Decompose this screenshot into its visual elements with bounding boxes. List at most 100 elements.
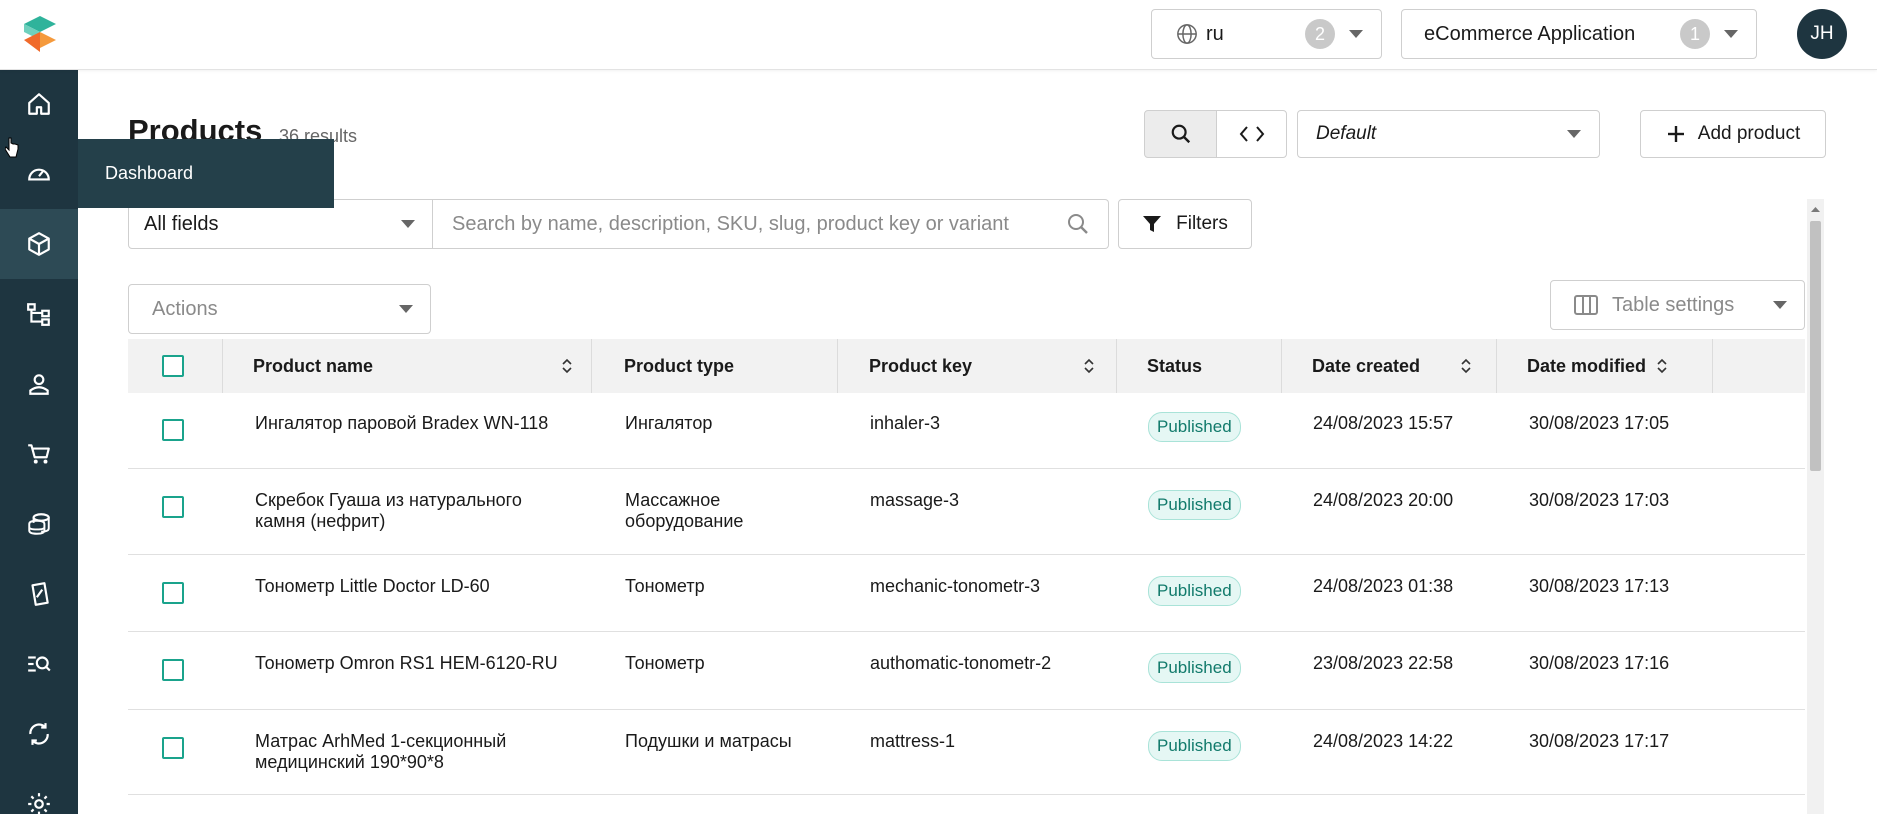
cell-date-created: 24/08/2023 14:22 (1313, 731, 1454, 751)
table-settings-label: Table settings (1612, 293, 1735, 316)
column-header-label: Status (1147, 355, 1203, 376)
row-checkbox[interactable] (162, 419, 184, 441)
column-header-label: Date created (1312, 355, 1421, 376)
cell-product-name: Тонометр Omron RS1 HEM-6120-RU (255, 653, 558, 673)
column-header-product-type[interactable]: Product type (624, 339, 824, 393)
sidebar-item-orders[interactable] (0, 419, 78, 489)
sidebar-item-customers[interactable] (0, 349, 78, 419)
chevron-down-icon (1773, 301, 1787, 309)
cell-date-modified: 30/08/2023 17:05 (1529, 413, 1670, 433)
cell-product-name: Тонометр Little Doctor LD-60 (255, 576, 490, 596)
table-row[interactable]: Скребок Гуаша из натурального камня (неф… (128, 469, 1805, 555)
add-product-button[interactable]: Add product (1640, 110, 1826, 158)
table-row[interactable]: Ингалятор паровой Bradex WN-118 Ингалято… (128, 393, 1805, 469)
sort-icon[interactable] (1460, 357, 1472, 375)
row-checkbox[interactable] (162, 496, 184, 518)
sync-icon (29, 723, 49, 745)
row-checkbox[interactable] (162, 737, 184, 759)
cell-date-modified: 30/08/2023 17:13 (1529, 576, 1670, 596)
cell-product-key: mattress-1 (870, 731, 956, 751)
coins-icon (28, 513, 50, 535)
cell-date-created: 24/08/2023 15:57 (1313, 413, 1454, 433)
column-divider (1712, 339, 1713, 393)
cell-product-type: Подушки и матрасы (625, 731, 792, 751)
cell-product-key: mechanic-tonometr-3 (870, 576, 1041, 596)
column-header-product-key[interactable]: Product key (869, 339, 1094, 393)
table-row[interactable]: Тонометр Omron RS1 HEM-6120-RU Тонометр … (128, 632, 1805, 710)
status-badge: Published (1148, 412, 1241, 442)
filters-label: Filters (1176, 213, 1228, 234)
chevron-down-icon (399, 305, 413, 313)
sidebar-item-home[interactable] (0, 69, 78, 139)
actions-dropdown[interactable]: Actions (128, 284, 431, 334)
column-header-date-modified[interactable]: Date modified (1527, 339, 1687, 393)
sidebar-item-discounts[interactable] (0, 559, 78, 629)
app-logo[interactable] (20, 14, 60, 54)
cell-date-modified: 30/08/2023 17:16 (1529, 653, 1670, 673)
filters-button[interactable]: Filters (1118, 199, 1252, 249)
scrollbar-thumb[interactable] (1810, 221, 1821, 471)
column-header-status: Status (1147, 339, 1277, 393)
sort-icon[interactable] (1083, 357, 1095, 375)
cell-product-name: Матрас ArhMed 1-секционный медицинский 1… (255, 731, 507, 772)
sidebar-item-categories[interactable] (0, 279, 78, 349)
sidebar-item-search[interactable] (0, 629, 78, 699)
sort-icon[interactable] (1656, 357, 1668, 375)
mouse-pointer-icon (5, 137, 19, 158)
sidebar-item-pricing[interactable] (0, 489, 78, 559)
table-row[interactable]: Матрас ArhMed 1-секционный медицинский 1… (128, 710, 1805, 795)
column-header-date-created[interactable]: Date created (1312, 339, 1472, 393)
status-badge: Published (1148, 731, 1241, 761)
project-selector[interactable]: eCommerce Application 1 (1401, 9, 1757, 59)
cell-date-created: 24/08/2023 20:00 (1313, 490, 1454, 510)
chevron-down-icon (1349, 30, 1363, 38)
cell-product-type: Тонометр (625, 653, 705, 673)
select-all-checkbox[interactable] (162, 355, 184, 377)
scroll-up-arrow-icon[interactable] (1807, 203, 1824, 217)
cell-product-type: Массажное оборудование (625, 490, 744, 531)
search-input[interactable] (450, 211, 1044, 237)
home-icon (28, 93, 50, 115)
cell-product-name: Скребок Гуаша из натурального камня (неф… (255, 490, 522, 531)
view-selector[interactable]: Default (1297, 110, 1600, 158)
cell-date-created: 24/08/2023 01:38 (1313, 576, 1454, 596)
language-value: ru (1206, 22, 1224, 45)
filter-funnel-icon (1143, 216, 1162, 232)
sidebar-item-operations[interactable] (0, 699, 78, 769)
table-settings-dropdown[interactable]: Table settings (1550, 280, 1805, 330)
sidebar-item-settings[interactable] (0, 769, 78, 839)
sidebar-tooltip-dashboard: Dashboard (78, 139, 334, 208)
table-header: Product name Product type Product key St… (128, 339, 1805, 393)
cell-date-modified: 30/08/2023 17:03 (1529, 490, 1670, 510)
search-icon[interactable] (1066, 212, 1090, 236)
column-divider (1116, 339, 1117, 393)
sidebar-item-products[interactable] (0, 209, 78, 279)
table-row[interactable]: Тонометр Little Doctor LD-60 Тонометр me… (128, 555, 1805, 632)
code-mode-button[interactable] (1216, 110, 1287, 158)
search-icon (1171, 124, 1190, 144)
cell-product-type: Ингалятор (625, 413, 713, 433)
discount-icon (31, 582, 49, 606)
user-avatar[interactable]: JH (1797, 9, 1847, 59)
language-selector[interactable]: ru 2 (1151, 9, 1382, 59)
chevron-down-icon (1724, 30, 1738, 38)
search-list-icon (28, 656, 51, 672)
column-divider (1281, 339, 1282, 393)
table-scrollbar[interactable] (1807, 199, 1824, 814)
sort-icon[interactable] (561, 357, 573, 375)
column-header-product-name[interactable]: Product name (253, 339, 572, 393)
row-checkbox[interactable] (162, 659, 184, 681)
language-count-badge: 2 (1305, 19, 1335, 49)
column-divider (837, 339, 838, 393)
cell-product-key: inhaler-3 (870, 413, 941, 433)
column-divider (222, 339, 223, 393)
gear-icon (28, 793, 50, 815)
plus-icon (1667, 126, 1684, 142)
row-checkbox[interactable] (162, 582, 184, 604)
cell-product-type: Тонометр (625, 576, 705, 596)
cell-date-created: 23/08/2023 22:58 (1313, 653, 1454, 673)
column-header-label: Product name (253, 355, 374, 376)
column-divider (1496, 339, 1497, 393)
cell-date-modified: 30/08/2023 17:17 (1529, 731, 1670, 751)
search-mode-button[interactable] (1144, 110, 1217, 158)
